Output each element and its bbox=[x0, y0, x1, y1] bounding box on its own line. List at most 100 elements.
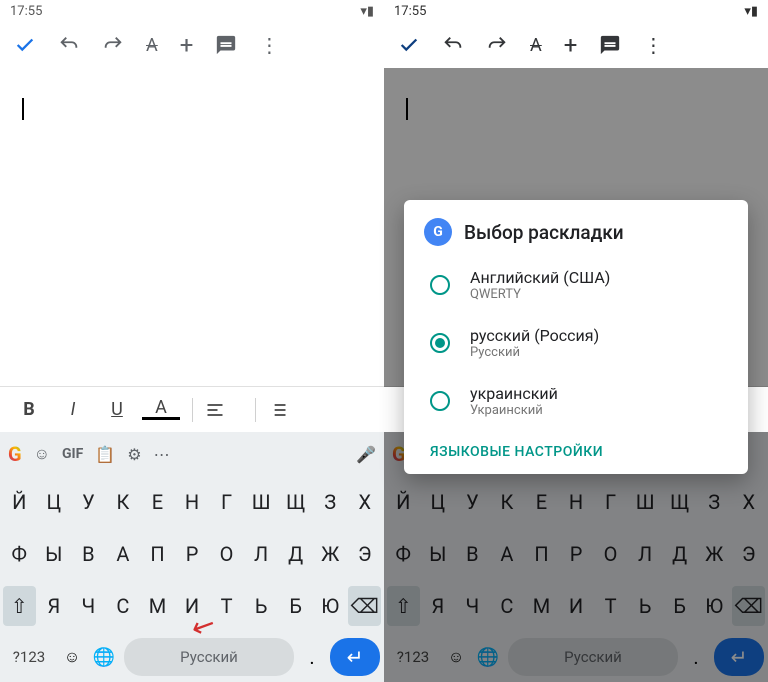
key[interactable]: Ш bbox=[245, 482, 278, 522]
key[interactable]: Ж bbox=[314, 534, 347, 574]
key[interactable]: В bbox=[72, 534, 105, 574]
list-button[interactable] bbox=[268, 400, 306, 420]
redo-icon[interactable] bbox=[102, 34, 124, 56]
emoji-key[interactable]: ☺ bbox=[60, 647, 84, 667]
symbols-key[interactable]: ?123 bbox=[4, 648, 54, 666]
key[interactable]: Н bbox=[176, 482, 209, 522]
key[interactable]: Ю bbox=[314, 586, 347, 626]
more-icon[interactable]: ⋮ bbox=[259, 33, 279, 57]
radio-selected-icon bbox=[430, 333, 450, 353]
screen-right: 17:55 ▾ ▮ A + ⋮ G ЙЦУКЕНГШЩЗХ ФЫВАПРОЛДЖ… bbox=[384, 0, 768, 682]
layout-option-ukrainian[interactable]: украинскийУкраинский bbox=[404, 372, 748, 430]
comment-icon[interactable] bbox=[215, 34, 237, 56]
shift-key[interactable]: ⇧ bbox=[3, 586, 36, 626]
language-key: 🌐 bbox=[474, 647, 502, 668]
key[interactable]: Щ bbox=[279, 482, 312, 522]
bold-button[interactable]: B bbox=[10, 399, 48, 420]
key[interactable]: Я bbox=[38, 586, 71, 626]
key[interactable]: У bbox=[72, 482, 105, 522]
text-format-icon[interactable]: A bbox=[146, 35, 158, 56]
status-bar: 17:55 ▾ ▮ bbox=[0, 0, 384, 22]
option-title: украинский bbox=[470, 384, 558, 403]
text-format-icon: A bbox=[530, 35, 542, 56]
doc-toolbar: A + ⋮ bbox=[384, 22, 768, 68]
clipboard-icon[interactable]: 📋 bbox=[95, 445, 115, 464]
status-time: 17:55 bbox=[394, 4, 426, 19]
status-time: 17:55 bbox=[10, 4, 42, 19]
mic-icon[interactable]: 🎤 bbox=[356, 445, 376, 464]
battery-icon: ▮ bbox=[367, 4, 374, 19]
key[interactable]: Ь bbox=[245, 586, 278, 626]
key[interactable]: Х bbox=[348, 482, 381, 522]
backspace-key[interactable]: ⌫ bbox=[348, 586, 381, 626]
key[interactable]: Ы bbox=[38, 534, 71, 574]
language-settings-link[interactable]: ЯЗЫКОВЫЕ НАСТРОЙКИ bbox=[404, 430, 748, 460]
key[interactable]: Й bbox=[3, 482, 36, 522]
option-title: русский (Россия) bbox=[470, 326, 599, 345]
plus-icon[interactable]: + bbox=[180, 31, 194, 59]
google-icon[interactable]: G bbox=[8, 442, 22, 466]
spacebar[interactable]: Русский bbox=[124, 638, 294, 676]
screen-left: 17:55 ▾ ▮ A + ⋮ B I U A G ☺ GIF 📋 ⚙ ⋯ bbox=[0, 0, 384, 682]
underline-button[interactable]: U bbox=[98, 399, 136, 420]
text-cursor bbox=[22, 98, 24, 120]
layout-dialog: G Выбор раскладки Английский (США)QWERTY… bbox=[404, 200, 748, 474]
comment-icon bbox=[599, 34, 621, 56]
format-bar: B I U A bbox=[0, 386, 384, 432]
more-dots-icon[interactable]: ⋯ bbox=[154, 445, 170, 464]
key[interactable]: Г bbox=[210, 482, 243, 522]
key[interactable]: М bbox=[141, 586, 174, 626]
enter-key: ↵ bbox=[714, 638, 764, 676]
key[interactable]: П bbox=[141, 534, 174, 574]
layout-option-russian[interactable]: русский (Россия)Русский bbox=[404, 314, 748, 372]
key[interactable]: К bbox=[107, 482, 140, 522]
key[interactable]: Э bbox=[348, 534, 381, 574]
key[interactable]: О bbox=[210, 534, 243, 574]
emoji-key: ☺ bbox=[444, 647, 468, 667]
text-cursor bbox=[406, 98, 408, 120]
undo-icon[interactable] bbox=[58, 34, 80, 56]
enter-key[interactable]: ↵ bbox=[330, 638, 380, 676]
sticker-icon[interactable]: ☺ bbox=[34, 444, 50, 464]
doc-toolbar: A + ⋮ bbox=[0, 22, 384, 68]
layout-option-english[interactable]: Английский (США)QWERTY bbox=[404, 256, 748, 314]
battery-icon: ▮ bbox=[751, 4, 758, 19]
key[interactable]: Д bbox=[279, 534, 312, 574]
option-sub: Русский bbox=[470, 345, 599, 360]
key[interactable]: Т bbox=[210, 586, 243, 626]
text-color-button[interactable]: A bbox=[142, 399, 180, 420]
check-icon[interactable] bbox=[14, 34, 36, 56]
key[interactable]: Ц bbox=[38, 482, 71, 522]
dot-key[interactable]: . bbox=[300, 645, 324, 669]
key[interactable]: Ч bbox=[72, 586, 105, 626]
language-key[interactable]: 🌐 bbox=[90, 647, 118, 668]
settings-icon[interactable]: ⚙ bbox=[127, 445, 141, 464]
gboard-icon: G bbox=[424, 218, 452, 246]
key[interactable]: З bbox=[314, 482, 347, 522]
key-row-2: ФЫВАПРОЛДЖЭ bbox=[0, 528, 384, 580]
redo-icon bbox=[486, 34, 508, 56]
key[interactable]: Е bbox=[141, 482, 174, 522]
italic-button[interactable]: I bbox=[54, 399, 92, 420]
backspace-key: ⌫ bbox=[732, 586, 765, 626]
key[interactable]: Р bbox=[176, 534, 209, 574]
key[interactable]: И bbox=[176, 586, 209, 626]
gif-button[interactable]: GIF bbox=[62, 446, 83, 462]
radio-icon bbox=[430, 391, 450, 411]
radio-icon bbox=[430, 275, 450, 295]
key[interactable]: Б bbox=[279, 586, 312, 626]
key[interactable]: С bbox=[107, 586, 140, 626]
undo-icon bbox=[442, 34, 464, 56]
option-title: Английский (США) bbox=[470, 268, 610, 287]
option-sub: QWERTY bbox=[470, 287, 610, 302]
shift-key: ⇧ bbox=[387, 586, 420, 626]
key[interactable]: Л bbox=[245, 534, 278, 574]
dialog-title-row: G Выбор раскладки bbox=[404, 218, 748, 256]
document-area[interactable] bbox=[0, 68, 384, 386]
key[interactable]: Ф bbox=[3, 534, 36, 574]
key-row-1: ЙЦУКЕНГШЩЗХ bbox=[0, 476, 384, 528]
dot-key: . bbox=[684, 645, 708, 669]
align-button[interactable] bbox=[205, 400, 243, 420]
key-row-bottom: ?123 ☺ 🌐 Русский . ↵ bbox=[0, 632, 384, 682]
key[interactable]: А bbox=[107, 534, 140, 574]
